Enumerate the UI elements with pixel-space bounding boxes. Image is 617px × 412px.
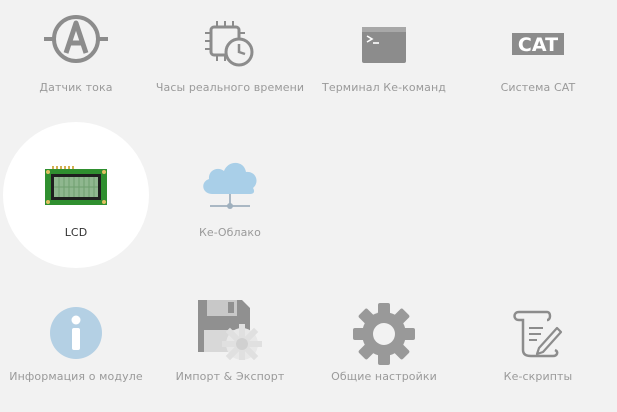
tile-import-export[interactable]: Импорт & Экспорт <box>157 266 303 412</box>
modules-grid: Датчик тока Часы реального времени Терми… <box>0 0 617 411</box>
tile-cloud[interactable]: Ке-Облако <box>157 122 303 268</box>
tile-label: Датчик тока <box>39 81 113 94</box>
tile-lcd[interactable]: LCD <box>3 122 149 268</box>
tile-label: Терминал Ке-команд <box>322 81 446 94</box>
tile-module-info[interactable]: Информация о модуле <box>3 266 149 412</box>
terminal-icon <box>362 27 406 63</box>
tile-label: Информация о модуле <box>9 370 143 383</box>
tile-label: Часы реального времени <box>155 81 305 94</box>
floppy-gear-icon <box>198 300 262 360</box>
tile-label: Ке-скрипты <box>503 370 573 383</box>
ammeter-icon <box>44 15 108 63</box>
cat-logo-text: CAT <box>518 34 558 55</box>
info-icon <box>50 307 102 359</box>
tile-settings[interactable]: Общие настройки <box>311 266 457 412</box>
tile-label: Ке-Облако <box>198 226 262 239</box>
lcd-icon <box>45 166 107 205</box>
tile-current-sensor[interactable]: Датчик тока <box>3 0 149 123</box>
chip-clock-icon <box>205 21 254 67</box>
tile-scripts[interactable]: Ке-скрипты <box>465 266 611 412</box>
tile-cat[interactable]: CAT Система CAT <box>465 0 611 123</box>
tile-label: Общие настройки <box>331 370 437 383</box>
tile-terminal[interactable]: Терминал Ке-команд <box>311 0 457 123</box>
scroll-pen-icon <box>513 310 563 358</box>
cloud-network-icon <box>203 162 257 209</box>
tile-label: Система CAT <box>500 81 576 94</box>
tile-label: Импорт & Экспорт <box>175 370 285 383</box>
gear-icon <box>353 303 415 365</box>
cat-logo-icon: CAT <box>512 33 564 55</box>
tile-label: LCD <box>64 226 88 239</box>
tile-rtc[interactable]: Часы реального времени <box>156 0 304 123</box>
